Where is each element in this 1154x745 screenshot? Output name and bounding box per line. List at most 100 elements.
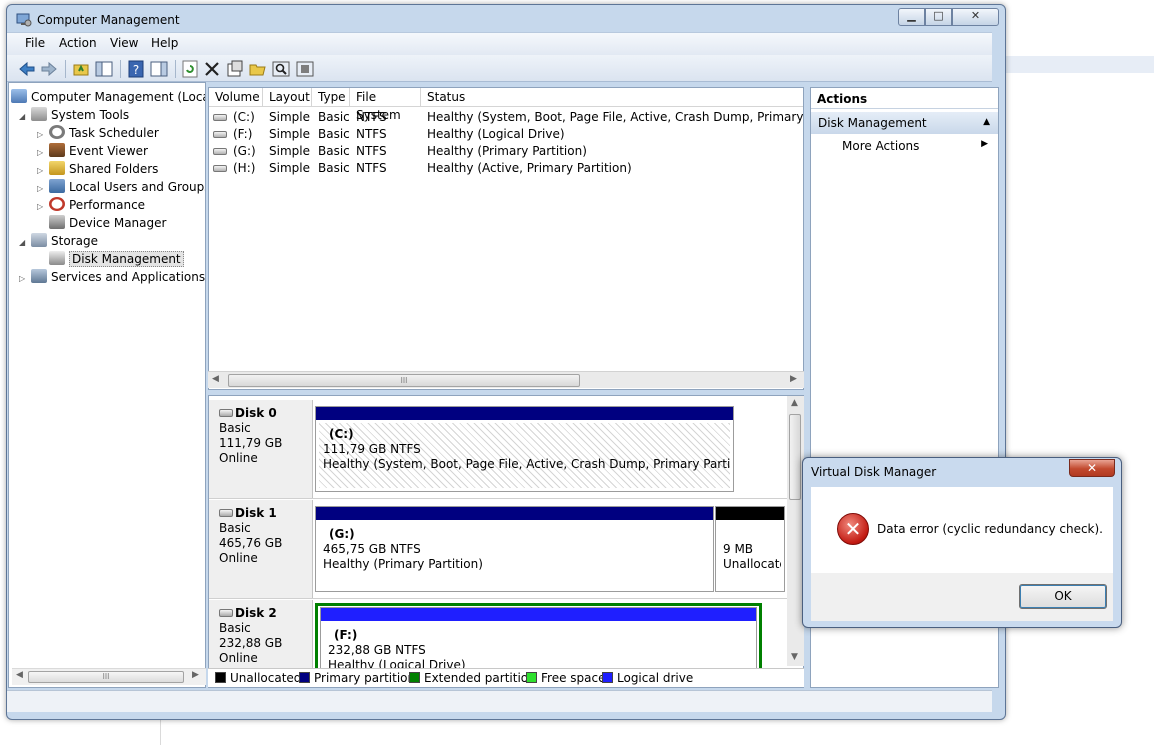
- svg-text:?: ?: [133, 63, 139, 77]
- show-hide-action-pane-icon[interactable]: [149, 59, 169, 79]
- tree-item-services-applications[interactable]: ▷ Services and Applications: [19, 268, 205, 286]
- menu-file[interactable]: File: [25, 36, 45, 50]
- collapse-up-icon[interactable]: ▲: [983, 117, 990, 127]
- column-header-status[interactable]: Status: [421, 88, 803, 107]
- disk-type: Basic: [219, 621, 251, 635]
- clock-icon: [49, 125, 65, 139]
- maximize-button[interactable]: □: [925, 8, 952, 26]
- disk-size: 232,88 GB: [219, 636, 283, 650]
- more-actions-item[interactable]: More Actions ▶: [842, 139, 992, 153]
- collapsed-arrow-icon[interactable]: ▷: [37, 198, 49, 216]
- disk-size: 465,76 GB: [219, 536, 283, 550]
- volume-list-scroll-thumb[interactable]: lll: [228, 374, 580, 387]
- open-icon[interactable]: [248, 59, 268, 79]
- back-icon[interactable]: [17, 59, 37, 79]
- refresh-icon[interactable]: [180, 59, 200, 79]
- scroll-down-arrow-icon[interactable]: ▼: [791, 652, 798, 662]
- toolbar-separator: [175, 60, 176, 78]
- search-icon[interactable]: [271, 59, 291, 79]
- volume-icon: [213, 114, 227, 121]
- scroll-left-arrow-icon[interactable]: ◀: [212, 374, 219, 384]
- scroll-right-arrow-icon[interactable]: ▶: [790, 374, 797, 384]
- disk-icon: [219, 409, 233, 417]
- tree-item-system-tools[interactable]: ◢ System Tools: [19, 106, 129, 124]
- settings-icon[interactable]: [295, 59, 315, 79]
- column-header-volume[interactable]: Volume: [209, 88, 263, 107]
- volume-status: Healthy (Logical Drive): [427, 127, 565, 141]
- legend-label: Unallocated: [230, 671, 302, 685]
- volume-file-system: NTFS: [356, 161, 387, 175]
- disk-row[interactable]: Disk 0 Basic 111,79 GB Online (C:) 111,7…: [209, 400, 787, 499]
- disk-type: Basic: [219, 421, 251, 435]
- scroll-right-arrow-icon[interactable]: ▶: [192, 670, 199, 680]
- title-bar[interactable]: Computer Management ▁ □ ✕: [7, 5, 1005, 35]
- users-icon: [49, 179, 65, 193]
- tree-horizontal-scrollbar[interactable]: ◀ lll ▶: [12, 668, 206, 685]
- properties-icon[interactable]: [225, 59, 245, 79]
- close-button[interactable]: ✕: [952, 8, 999, 26]
- background-window-strip: [1004, 56, 1154, 73]
- legend-logical-drive: Logical drive: [602, 669, 693, 687]
- table-row[interactable]: (F:) Simple Basic NTFS Healthy (Logical …: [209, 126, 803, 143]
- scroll-left-arrow-icon[interactable]: ◀: [16, 670, 23, 680]
- disk-icon: [219, 509, 233, 517]
- partition-size: 9 MB: [723, 542, 754, 556]
- volume-list-horizontal-scrollbar[interactable]: ◀ lll ▶: [208, 371, 804, 388]
- ok-button[interactable]: OK: [1019, 584, 1107, 609]
- legend-label: Logical drive: [617, 671, 694, 685]
- tree-item-computer-management[interactable]: Computer Management (Local: [11, 88, 205, 106]
- volume-layout: Simple: [269, 110, 310, 124]
- up-folder-icon[interactable]: [71, 59, 91, 79]
- minimize-button[interactable]: ▁: [898, 8, 925, 26]
- tree-item-task-scheduler[interactable]: ▷ Task Scheduler: [37, 124, 159, 142]
- tree-item-shared-folders[interactable]: ▷ Shared Folders: [37, 160, 158, 178]
- volume-name: (G:): [233, 144, 256, 158]
- delete-icon[interactable]: [202, 59, 222, 79]
- scroll-up-arrow-icon[interactable]: ▲: [791, 398, 798, 408]
- partition-status: Healthy (System, Boot, Page File, Active…: [323, 457, 730, 471]
- tree-item-disk-management[interactable]: Disk Management: [49, 250, 184, 268]
- partition-size: 465,75 GB NTFS: [323, 542, 421, 556]
- logical-drive-bar: [321, 608, 756, 621]
- actions-section-disk-management[interactable]: Disk Management ▲: [811, 112, 998, 134]
- menu-view[interactable]: View: [110, 36, 138, 50]
- disk-name: Disk 2: [235, 606, 277, 620]
- dialog-content: ✕ Data error (cyclic redundancy check).: [811, 487, 1113, 573]
- partition-c[interactable]: (C:) 111,79 GB NTFS Healthy (System, Boo…: [315, 406, 734, 492]
- forward-icon[interactable]: [39, 59, 59, 79]
- menu-help[interactable]: Help: [151, 36, 178, 50]
- table-row[interactable]: (G:) Simple Basic NTFS Healthy (Primary …: [209, 143, 803, 160]
- disk-row[interactable]: Disk 1 Basic 465,76 GB Online (G:) 465,7…: [209, 500, 787, 599]
- help-icon[interactable]: ?: [126, 59, 146, 79]
- volume-icon: [213, 131, 227, 138]
- table-row[interactable]: (H:) Simple Basic NTFS Healthy (Active, …: [209, 160, 803, 177]
- disk-map-scroll-thumb[interactable]: [789, 414, 801, 500]
- table-row[interactable]: (C:) Simple Basic NTFS Healthy (System, …: [209, 109, 803, 126]
- collapsed-arrow-icon[interactable]: ▷: [19, 270, 31, 288]
- tree-item-storage[interactable]: ◢ Storage: [19, 232, 98, 250]
- tree-item-device-manager[interactable]: Device Manager: [49, 214, 166, 232]
- toolbar: ?: [7, 55, 992, 82]
- volume-list: Volume Layout Type File System Status (C…: [208, 87, 804, 390]
- tree-item-local-users[interactable]: ▷ Local Users and Groups: [37, 178, 205, 196]
- actions-header: Actions: [811, 88, 998, 109]
- disk-state: Online: [219, 551, 258, 565]
- partition-unallocated[interactable]: 9 MB Unallocate: [715, 506, 785, 592]
- tree-scroll-thumb[interactable]: lll: [28, 671, 184, 683]
- event-viewer-icon: [49, 143, 65, 157]
- expanded-arrow-icon[interactable]: ◢: [19, 108, 31, 126]
- legend-swatch: [215, 672, 226, 683]
- partition-g[interactable]: (G:) 465,75 GB NTFS Healthy (Primary Par…: [315, 506, 714, 592]
- dialog-close-button[interactable]: ✕: [1069, 459, 1115, 477]
- column-header-type[interactable]: Type: [312, 88, 350, 107]
- column-header-file-system[interactable]: File System: [350, 88, 421, 122]
- tree-item-event-viewer[interactable]: ▷ Event Viewer: [37, 142, 148, 160]
- virtual-disk-manager-dialog: Virtual Disk Manager ✕ ✕ Data error (cyc…: [802, 457, 1122, 628]
- error-icon: ✕: [837, 513, 869, 545]
- expanded-arrow-icon[interactable]: ◢: [19, 234, 31, 252]
- menu-action[interactable]: Action: [59, 36, 97, 50]
- toolbar-separator: [65, 60, 66, 78]
- tree-item-performance[interactable]: ▷ Performance: [37, 196, 145, 214]
- column-header-layout[interactable]: Layout: [263, 88, 312, 107]
- show-hide-tree-icon[interactable]: [94, 59, 114, 79]
